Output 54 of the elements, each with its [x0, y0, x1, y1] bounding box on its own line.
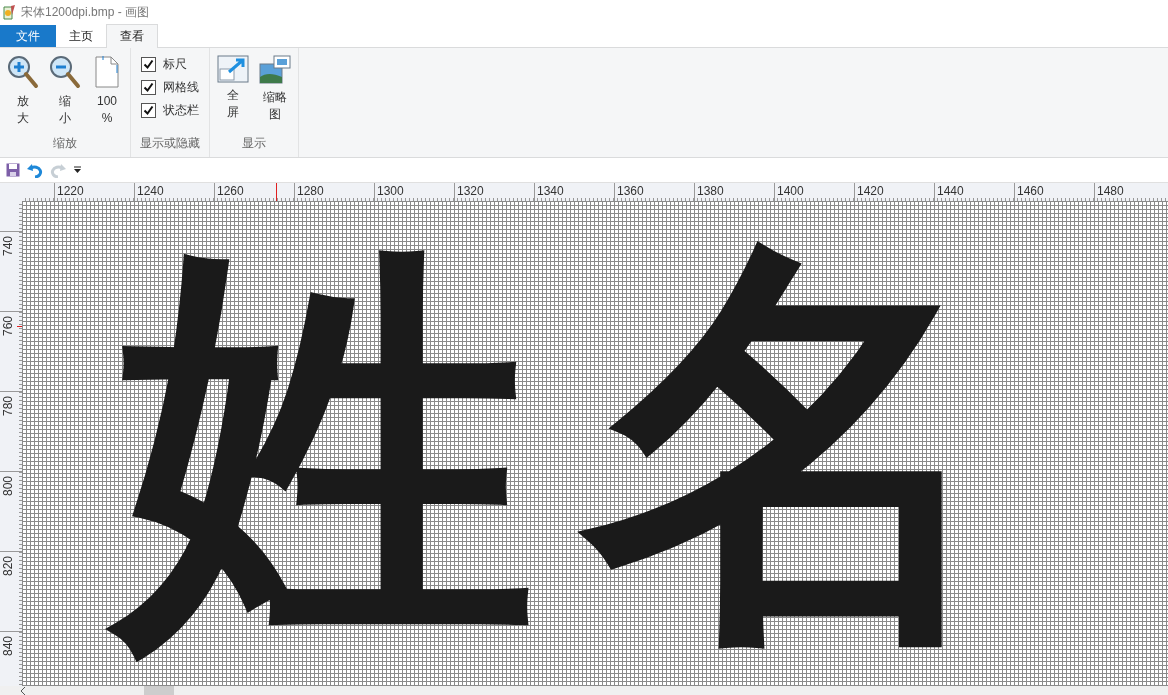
group-label: 缩放 [52, 135, 78, 152]
ruler-label: 1460 [1017, 184, 1044, 198]
checkbox[interactable] [141, 79, 156, 95]
ruler-label: 800 [0, 476, 16, 497]
cursor-marker [17, 326, 22, 327]
ribbon-button[interactable]: 全屏 [214, 55, 252, 123]
ruler-label: 740 [0, 236, 16, 257]
dropdown-caret-icon[interactable] [73, 166, 82, 174]
ruler-label: 1380 [697, 184, 724, 198]
cursor-marker [276, 183, 277, 201]
ruler-label: 1400 [777, 184, 804, 198]
pixel-character: 姓 [92, 203, 560, 684]
checkbox[interactable] [141, 102, 156, 118]
ruler-label: 1220 [57, 184, 84, 198]
zoom-out-icon [49, 55, 81, 89]
ruler-label: 1240 [137, 184, 164, 198]
ruler-label: 1440 [937, 184, 964, 198]
thumbnail-icon [259, 55, 291, 85]
group-label: 显示 [241, 135, 267, 152]
page-icon [94, 55, 120, 89]
ruler-label: 1260 [217, 184, 244, 198]
pixel-character: 名 [560, 203, 1028, 684]
ruler-label: 1280 [297, 184, 324, 198]
ruler-label: 840 [0, 636, 16, 657]
fullscreen-icon [217, 55, 249, 83]
zoom-in-icon [7, 55, 39, 89]
save-icon[interactable] [6, 163, 20, 177]
ribbon-tab[interactable]: 查看 [106, 24, 158, 48]
checkbox-label: 网格线 [163, 78, 199, 96]
ribbon-button[interactable]: 100% [88, 55, 126, 127]
file-menu-tab[interactable]: 文件 [0, 25, 56, 47]
pixel-grid-canvas[interactable]: 姓名 [22, 201, 1168, 686]
ruler-label: 760 [0, 316, 16, 337]
ruler-label: 1320 [457, 184, 484, 198]
ruler-label: 1420 [857, 184, 884, 198]
paint-app-icon [2, 4, 17, 20]
ruler-label: 820 [0, 556, 16, 577]
window-title: 宋体1200dpi.bmp - 画图 [21, 3, 150, 21]
ribbon-tab[interactable]: 主页 [56, 25, 106, 47]
ribbon-button[interactable]: 缩略图 [256, 55, 294, 123]
checkbox[interactable] [141, 56, 156, 72]
group-label: 显示或隐藏 [139, 135, 201, 152]
ruler-label: 780 [0, 396, 16, 417]
scroll-left-icon[interactable] [20, 687, 26, 695]
ruler-label: 1480 [1097, 184, 1124, 198]
ruler-label: 1340 [537, 184, 564, 198]
ribbon-button[interactable]: 缩小 [46, 55, 84, 127]
scrollbar-thumb[interactable] [144, 686, 174, 695]
checkbox-label: 状态栏 [163, 101, 199, 119]
ruler-label: 1360 [617, 184, 644, 198]
checkbox-label: 标尺 [163, 55, 187, 73]
undo-icon[interactable] [27, 162, 43, 178]
ribbon-button[interactable]: 放大 [4, 55, 42, 127]
ruler-label: 1300 [377, 184, 404, 198]
